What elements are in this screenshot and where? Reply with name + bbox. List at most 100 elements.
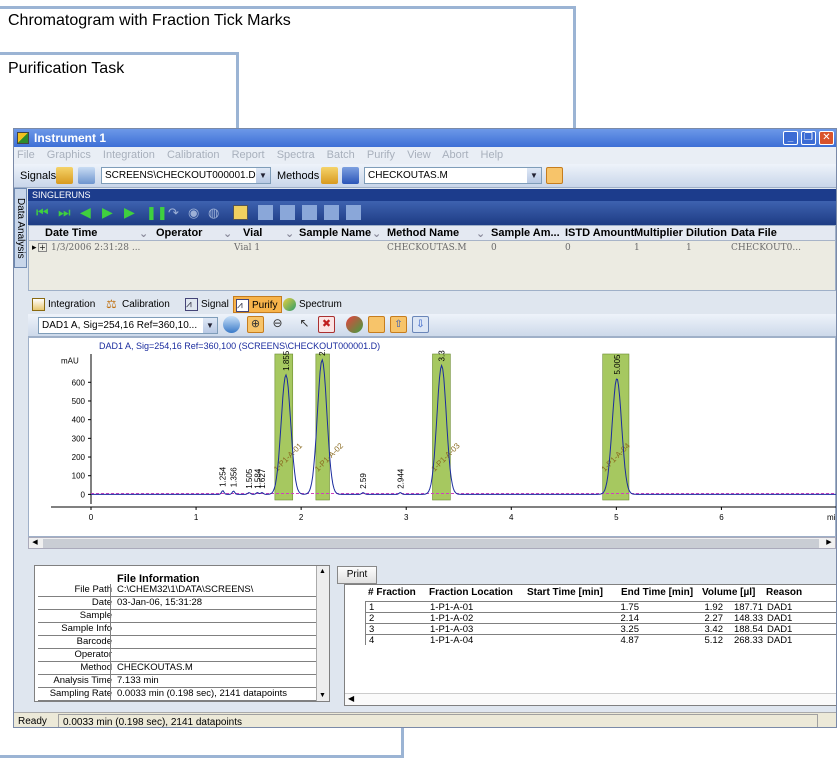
chevron-down-icon[interactable]: ▼ xyxy=(527,168,541,183)
file-info-key: Sample xyxy=(79,610,112,621)
tab-calibration[interactable]: ⚖ Calibration xyxy=(104,296,173,313)
col-operator[interactable]: Operator xyxy=(156,227,202,239)
col-volume[interactable]: Volume [µl] xyxy=(702,587,755,598)
cell-istd-amount: 0 xyxy=(565,243,571,253)
menu-graphics[interactable]: Graphics xyxy=(47,149,91,161)
fraction-row[interactable]: 3 1-P1-A-03 3.25 3.42 188.54 DAD1 xyxy=(365,623,836,635)
col-sample-name[interactable]: Sample Name xyxy=(299,227,371,239)
menu-calibration[interactable]: Calibration xyxy=(167,149,220,161)
last-run-icon[interactable]: ⏭ xyxy=(58,205,73,220)
stop-icon[interactable]: ◉ xyxy=(188,205,203,220)
purify-options-icon[interactable] xyxy=(223,316,240,333)
previous-run-icon[interactable]: ◀ xyxy=(80,205,95,220)
col-fraction-location[interactable]: Fraction Location xyxy=(429,587,513,598)
chevron-down-icon[interactable]: ⌄ xyxy=(476,227,485,240)
print-button[interactable]: Print xyxy=(337,566,377,584)
color-icon[interactable] xyxy=(346,316,363,333)
scroll-down-icon[interactable]: ▼ xyxy=(319,692,326,699)
chevron-down-icon[interactable]: ▼ xyxy=(256,168,270,183)
overlay-icon[interactable] xyxy=(258,205,273,220)
callout-line xyxy=(0,755,404,758)
menu-help[interactable]: Help xyxy=(481,149,504,161)
col-vial[interactable]: Vial xyxy=(243,227,262,239)
signal-options-icon[interactable] xyxy=(78,167,95,184)
table-row[interactable]: ▸ + 1/3/2006 2:31:28 ... Vial 1 CHECKOUT… xyxy=(29,241,835,255)
menu-integration[interactable]: Integration xyxy=(103,149,155,161)
menu-batch[interactable]: Batch xyxy=(327,149,355,161)
load-signal-icon[interactable] xyxy=(56,167,73,184)
col-date-time[interactable]: Date Time xyxy=(45,227,97,239)
restore-button[interactable]: ❐ xyxy=(801,131,816,145)
menu-file[interactable]: File xyxy=(17,149,35,161)
table-icon[interactable] xyxy=(233,205,248,220)
report-icon[interactable] xyxy=(346,205,361,220)
menu-spectra[interactable]: Spectra xyxy=(277,149,315,161)
delete-icon[interactable]: ✖ xyxy=(318,316,335,333)
chevron-down-icon[interactable]: ⌄ xyxy=(139,227,148,240)
tab-spectrum[interactable]: Spectrum xyxy=(281,296,345,313)
fraction-scrollbar[interactable]: ◀ xyxy=(345,693,836,705)
zoom-out-icon[interactable]: ⊖ xyxy=(269,316,286,333)
col-istd-amount[interactable]: ISTD Amount xyxy=(565,227,634,239)
info-icon[interactable]: ◍ xyxy=(208,205,223,220)
tab-purify[interactable]: ⩘ Purify xyxy=(233,296,282,313)
chevron-down-icon[interactable]: ⌄ xyxy=(372,227,381,240)
col-fraction[interactable]: # Fraction xyxy=(368,587,416,598)
load-method-icon[interactable] xyxy=(321,167,338,184)
export-icon[interactable] xyxy=(324,205,339,220)
menu-view[interactable]: View xyxy=(407,149,431,161)
scroll-right-icon[interactable]: ▶ xyxy=(823,538,835,548)
chevron-down-icon[interactable]: ▼ xyxy=(203,318,217,333)
method-select[interactable]: CHECKOUTAS.M ▼ xyxy=(364,167,542,184)
stack-icon[interactable] xyxy=(280,205,295,220)
chromatogram-chart[interactable]: 1-P1-A-01 1-P1-A-02 1-P1-A-03 1-P1-A-04mAU0… xyxy=(29,350,837,536)
play-icon[interactable]: ▶ xyxy=(124,205,139,220)
expand-icon[interactable]: + xyxy=(38,243,47,252)
chevron-down-icon[interactable]: ⌄ xyxy=(223,227,232,240)
menu-abort[interactable]: Abort xyxy=(442,149,468,161)
col-start-time[interactable]: Start Time [min] xyxy=(527,587,603,598)
save-method-icon[interactable] xyxy=(342,167,359,184)
tab-integration[interactable]: Integration xyxy=(30,296,98,313)
col-end-time[interactable]: End Time [min] xyxy=(621,587,693,598)
pause-icon[interactable]: ❚❚ xyxy=(146,205,168,220)
col-multiplier[interactable]: Multiplier xyxy=(634,227,683,239)
signal-select[interactable]: DAD1 A, Sig=254,16 Ref=360,10... ▼ xyxy=(38,317,218,334)
minimize-button[interactable]: _ xyxy=(783,131,798,145)
file-info-value: C:\CHEM32\1\DATA\SCREENS\ xyxy=(117,584,254,595)
col-method-name[interactable]: Method Name xyxy=(387,227,459,239)
scroll-thumb[interactable] xyxy=(43,539,819,548)
compare-icon[interactable] xyxy=(302,205,317,220)
scroll-left-icon[interactable]: ◀ xyxy=(29,538,41,548)
fraction-view-icon[interactable] xyxy=(368,316,385,333)
upload-icon[interactable]: ⇧ xyxy=(390,316,407,333)
chart-horizontal-scrollbar[interactable]: ◀ ▶ xyxy=(28,537,836,549)
redo-icon[interactable]: ↷ xyxy=(168,205,183,220)
signal-file-select[interactable]: SCREENS\CHECKOUT000001.D ▼ xyxy=(101,167,271,184)
fraction-row[interactable]: 1 1-P1-A-01 1.75 1.92 187.71 DAD1 xyxy=(365,601,836,613)
col-reason[interactable]: Reason xyxy=(766,587,802,598)
scroll-up-icon[interactable]: ▲ xyxy=(319,568,326,575)
data-analysis-side-tab[interactable]: Data Analysis xyxy=(14,188,27,268)
file-info-scrollbar[interactable]: ▲ ▼ xyxy=(316,566,329,701)
fraction-row[interactable]: 4 1-P1-A-04 4.87 5.12 268.33 DAD1 xyxy=(365,634,836,646)
next-run-icon[interactable]: ▶ xyxy=(102,205,117,220)
col-dilution[interactable]: Dilution xyxy=(686,227,727,239)
col-data-file[interactable]: Data File xyxy=(731,227,777,239)
zoom-in-icon[interactable]: ⊕ xyxy=(247,316,264,333)
menu-purify[interactable]: Purify xyxy=(367,149,395,161)
tab-signal[interactable]: ⩘ Signal xyxy=(183,296,232,313)
x-tick-label: 5 xyxy=(614,513,619,522)
table-view-icon[interactable] xyxy=(546,167,563,184)
download-icon[interactable]: ⇩ xyxy=(412,316,429,333)
scroll-left-icon[interactable]: ◀ xyxy=(348,694,354,703)
callout-line xyxy=(0,52,238,55)
select-pointer-icon[interactable]: ↖ xyxy=(296,316,313,333)
first-run-icon[interactable]: ⏮ xyxy=(36,205,51,220)
chevron-down-icon[interactable]: ⌄ xyxy=(285,227,294,240)
col-sample-amount[interactable]: Sample Am... xyxy=(491,227,560,239)
menu-report[interactable]: Report xyxy=(232,149,265,161)
fraction-row[interactable]: 2 1-P1-A-02 2.14 2.27 148.33 DAD1 xyxy=(365,612,836,624)
close-button[interactable]: ✕ xyxy=(819,131,834,145)
file-info-value: 0.0033 min (0.198 sec), 2141 datapoints xyxy=(117,688,288,699)
